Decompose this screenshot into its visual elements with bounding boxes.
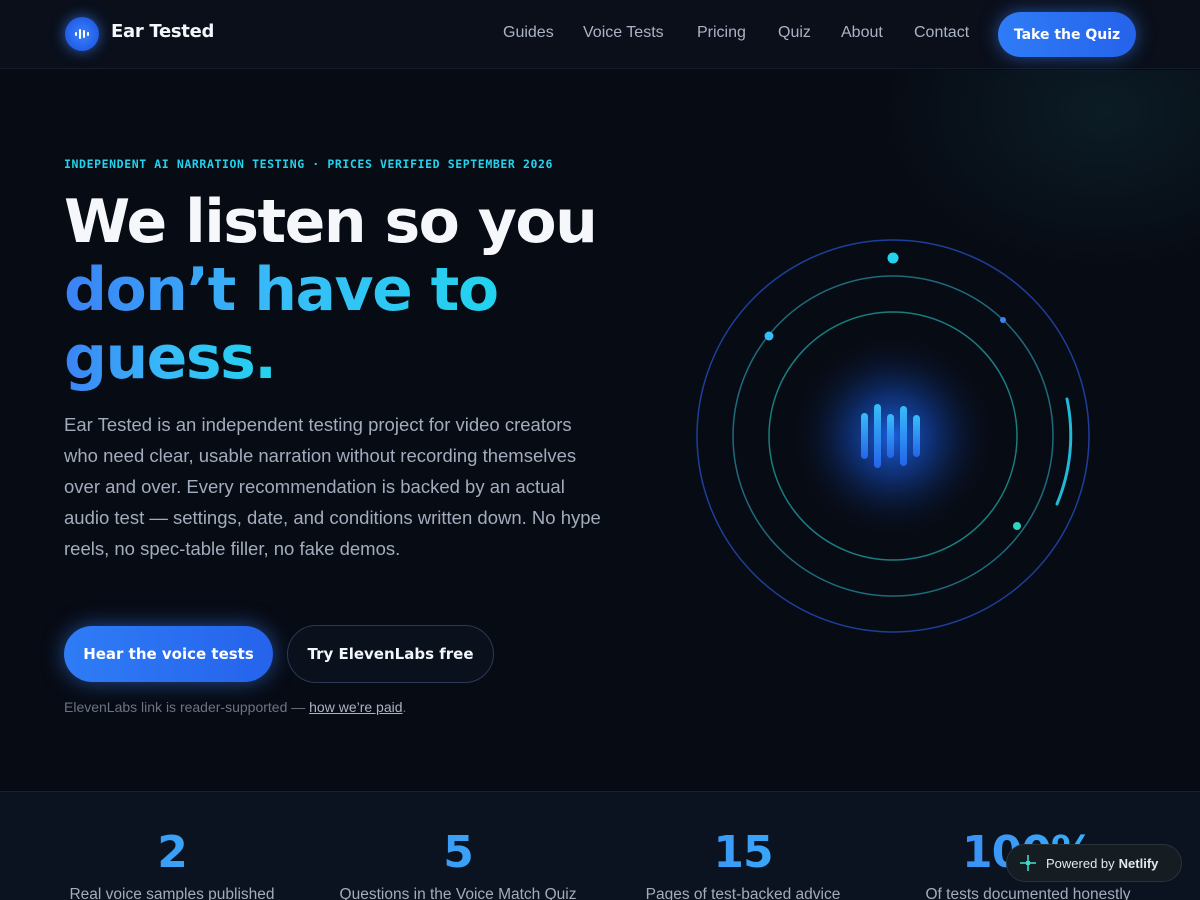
- orbit-dot: [1000, 317, 1006, 323]
- try-elevenlabs-button[interactable]: Try ElevenLabs free: [287, 625, 494, 683]
- stat-item: 5 Questions in the Voice Match Quiz: [328, 792, 588, 900]
- orbit-dot: [1013, 522, 1021, 530]
- netlify-icon: [1020, 855, 1036, 871]
- stat-label: Real voice samples published: [69, 886, 275, 900]
- stat-value: 5: [328, 828, 588, 878]
- headline-line-1: We listen so you: [64, 187, 598, 257]
- disclosure-text: ElevenLabs link is reader-supported —: [64, 699, 310, 715]
- stat-item: 15 Pages of test-backed advice: [613, 792, 873, 900]
- how-were-paid-link[interactable]: how we’re paid: [309, 699, 402, 715]
- nav-pricing[interactable]: Pricing: [697, 24, 746, 42]
- orbit-dot: [887, 252, 899, 264]
- nav-voice-tests[interactable]: Voice Tests: [583, 24, 664, 42]
- stat-label: Pages of test-backed advice: [645, 886, 841, 900]
- headline-line-2: don’t have to: [64, 255, 499, 325]
- badge-name: Netlify: [1118, 855, 1159, 871]
- hero-waveform-illustration: [696, 239, 1090, 633]
- netlify-badge[interactable]: Powered by Netlify: [1006, 844, 1182, 882]
- nav-quiz[interactable]: Quiz: [778, 24, 811, 42]
- hero-description: Ear Tested is an independent testing pro…: [64, 414, 601, 559]
- stat-label: Questions in the Voice Match Quiz: [339, 886, 577, 900]
- badge-prefix: Powered by: [1046, 855, 1115, 871]
- hear-voice-tests-button[interactable]: Hear the voice tests: [64, 626, 273, 682]
- orbit-dot: [764, 331, 774, 341]
- accent-arc: [1055, 397, 1073, 506]
- stat-item: 2 Real voice samples published: [42, 792, 302, 900]
- hero-eyebrow: INDEPENDENT AI NARRATION TESTING · PRICE…: [64, 157, 554, 171]
- affiliate-disclosure: ElevenLabs link is reader-supported — ho…: [64, 699, 406, 715]
- hero-headline: We listen so you don’t have to guess.: [64, 188, 624, 392]
- site-header: Ear Tested Guides Voice Tests Pricing Qu…: [0, 0, 1200, 69]
- nav-guides[interactable]: Guides: [503, 24, 554, 42]
- disclosure-end: .: [402, 699, 407, 715]
- nav-about[interactable]: About: [841, 24, 883, 42]
- stat-label: Of tests documented honestly: [925, 886, 1131, 900]
- headline-line-3: guess.: [64, 323, 277, 393]
- nav-contact[interactable]: Contact: [914, 24, 969, 42]
- take-quiz-button[interactable]: Take the Quiz: [998, 12, 1136, 57]
- stat-value: 2: [42, 828, 302, 878]
- stat-value: 15: [613, 828, 873, 878]
